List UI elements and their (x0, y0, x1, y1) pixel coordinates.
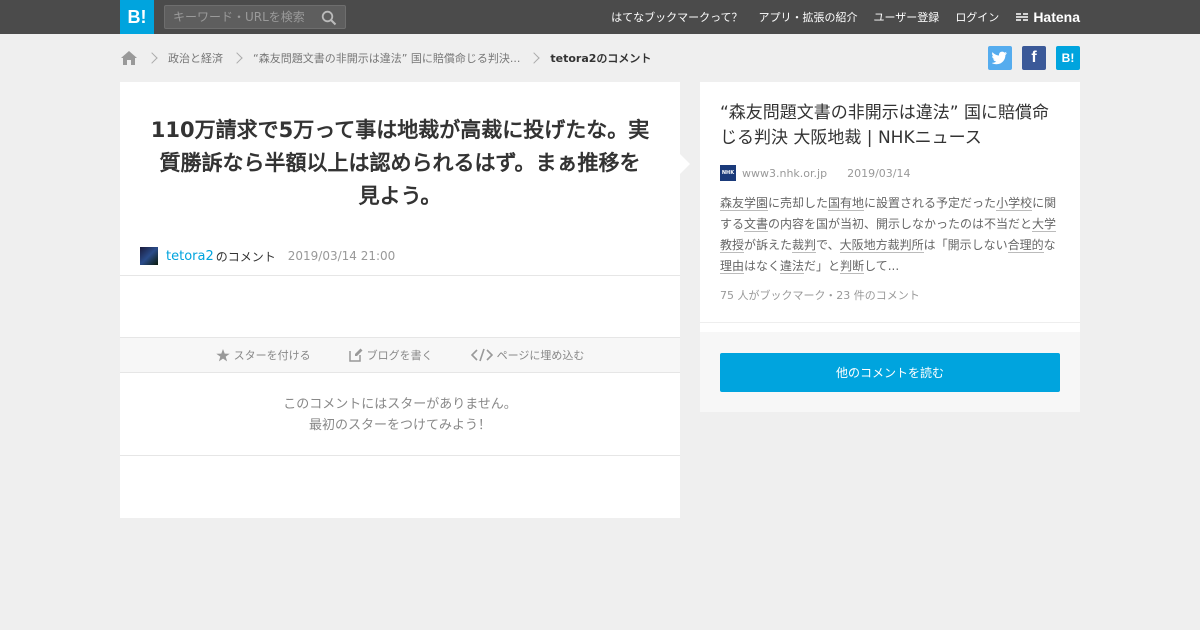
add-star-label: スターを付ける (233, 349, 311, 362)
entry-card: “森友問題文書の非開示は違法” 国に賠償命じる判決 大阪地裁 | NHKニュース… (700, 82, 1080, 412)
add-star-button[interactable]: スターを付ける (215, 347, 311, 363)
summary-keyword-link[interactable]: 小学校 (996, 196, 1033, 211)
nav-login[interactable]: ログイン (955, 9, 999, 25)
summary-text: だ」と (804, 259, 841, 273)
hatena-bookmark-share-button[interactable]: B! (1056, 46, 1080, 70)
home-icon[interactable] (120, 50, 138, 66)
nav-about[interactable]: はてなブックマークって？ (611, 9, 742, 25)
summary-text: な (1043, 238, 1056, 252)
star-list-area (120, 276, 680, 338)
summary-text: はなく (744, 259, 781, 273)
entry-counts[interactable]: 75 人がブックマーク・23 件のコメント (700, 277, 1080, 323)
summary-text: が訴えた (744, 238, 793, 252)
entry-summary: 森友学園に売却した国有地に設置される予定だった小学校に関する文書の内容を国が当初… (700, 181, 1080, 277)
breadcrumb-category[interactable]: 政治と経済 (168, 50, 223, 66)
summary-keyword-link[interactable]: 理由 (720, 259, 745, 274)
no-star-line2: 最初のスターをつけてみよう！ (308, 418, 491, 433)
summary-keyword-link[interactable]: 文書 (744, 217, 769, 232)
write-blog-button[interactable]: ブログを書く (348, 347, 433, 363)
entry-title-link[interactable]: “森友問題文書の非開示は違法” 国に賠償命じる判決 大阪地裁 | NHKニュース (700, 82, 1080, 151)
twitter-bird-icon (992, 51, 1007, 65)
chevron-right-icon (528, 52, 541, 64)
nav-apps[interactable]: アプリ・拡張の紹介 (759, 9, 858, 25)
summary-keyword-link[interactable]: 森友学園 (720, 196, 769, 211)
read-more-comments-button[interactable]: 他のコメントを読む (720, 353, 1060, 392)
embed-label: ページに埋め込む (496, 349, 585, 362)
summary-text: して... (864, 259, 900, 273)
no-star-line1: このコメントにはスターがありません。 (283, 397, 517, 412)
chevron-right-icon (231, 52, 243, 64)
summary-keyword-link[interactable]: 合理的 (1007, 238, 1044, 253)
header-nav: はてなブックマークって？ アプリ・拡張の紹介 ユーザー登録 ログイン Haten… (595, 0, 1080, 34)
summary-text: の内容を国が当初、開示しなかったのは不当だと (768, 217, 1033, 231)
nhk-favicon-icon: NHK (720, 165, 736, 181)
search-input[interactable] (165, 6, 315, 28)
hatena-bookmark-logo[interactable]: B! (120, 0, 154, 34)
summary-text: に設置される予定だった (864, 196, 997, 210)
comment-card: 110万請求で5万って事は地裁が高裁に投げたな。実質勝訴なら半額以上は認められる… (120, 82, 680, 518)
entry-domain[interactable]: www3.nhk.or.jp (742, 167, 827, 180)
comment-meta: tetora2 のコメント 2019/03/14 21:00 (120, 222, 680, 276)
nav-register[interactable]: ユーザー登録 (874, 9, 940, 25)
summary-keyword-link[interactable]: 違法 (780, 259, 805, 274)
embed-button[interactable]: ページに埋め込む (470, 347, 585, 363)
comment-user-suffix: のコメント (215, 249, 276, 264)
code-icon (470, 348, 493, 362)
summary-text: に売却した (768, 196, 829, 210)
comment-actions: スターを付ける ブログを書く ページに埋め込む (120, 338, 680, 373)
no-star-message: このコメントにはスターがありません。 最初のスターをつけてみよう！ (120, 373, 680, 456)
breadcrumb-entry[interactable]: “森友問題文書の非開示は違法” 国に賠償命じる判決... (253, 50, 520, 66)
breadcrumb-current: tetora2のコメント (550, 52, 652, 65)
comment-user-link[interactable]: tetora2 (166, 249, 214, 264)
comment-date[interactable]: 2019/03/14 21:00 (288, 249, 396, 263)
star-icon (215, 348, 230, 361)
breadcrumb: 政治と経済 “森友問題文書の非開示は違法” 国に賠償命じる判決... tetor… (120, 34, 1080, 82)
summary-keyword-link[interactable]: 判断 (840, 259, 865, 274)
summary-keyword-link[interactable]: 裁判 (792, 238, 817, 253)
share-buttons: f B! (978, 46, 1080, 70)
chevron-right-icon (146, 52, 158, 64)
global-header: B! はてなブックマークって？ アプリ・拡張の紹介 ユーザー登録 ログイン Ha… (0, 0, 1200, 34)
comment-text: 110万請求で5万って事は地裁が高裁に投げたな。実質勝訴なら半額以上は認められる… (150, 118, 650, 208)
entry-meta: NHK www3.nhk.or.jp 2019/03/14 (700, 151, 1080, 181)
hatena-brand-text: Hatena (1033, 9, 1080, 25)
search-box (164, 5, 346, 29)
card-pointer (680, 154, 690, 174)
facebook-share-button[interactable]: f (1022, 46, 1046, 70)
summary-text: で、 (816, 238, 840, 252)
summary-keyword-link[interactable]: 国有地 (828, 196, 865, 211)
summary-text: は「開示しない (923, 238, 1008, 252)
search-icon[interactable] (321, 10, 337, 26)
avatar[interactable] (140, 247, 158, 265)
edit-icon (348, 348, 363, 362)
more-comments-area: 他のコメントを読む (700, 332, 1080, 412)
entry-date: 2019/03/14 (847, 166, 911, 180)
write-blog-label: ブログを書く (366, 349, 433, 362)
hatena-flag-icon (1016, 13, 1029, 21)
twitter-share-button[interactable] (988, 46, 1012, 70)
summary-keyword-link[interactable]: 大阪地方裁判所 (839, 238, 924, 253)
hatena-brand-link[interactable]: Hatena (1015, 9, 1080, 25)
